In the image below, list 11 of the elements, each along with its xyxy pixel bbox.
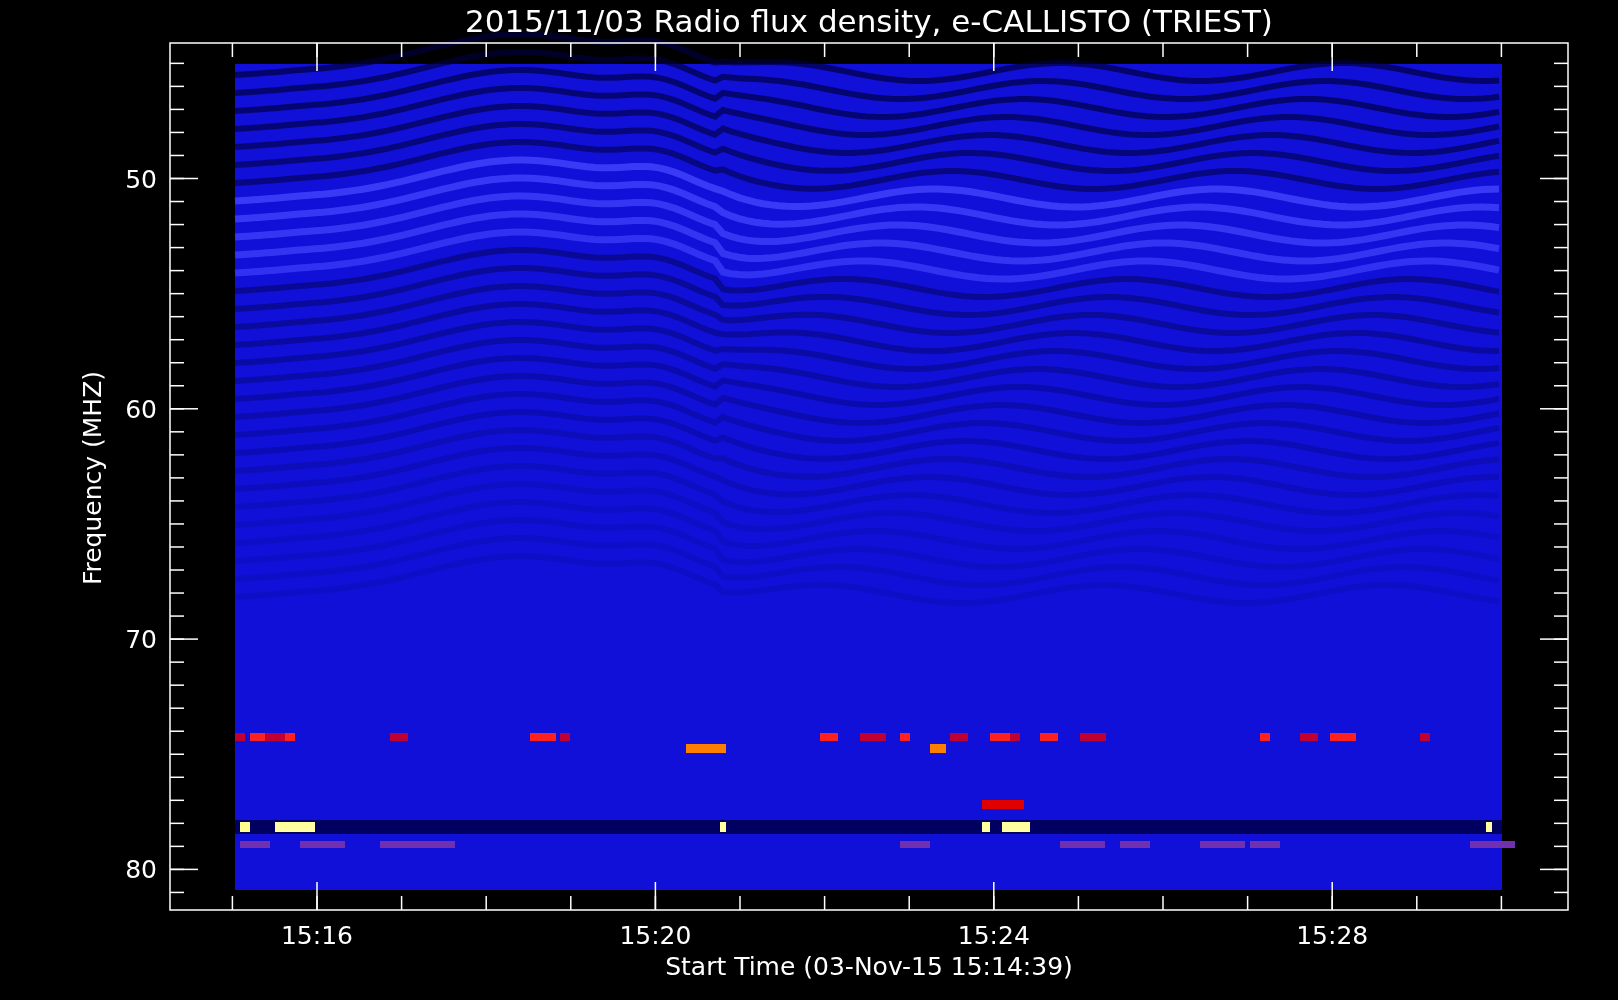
- y-tick-label: 50: [125, 164, 157, 194]
- y-tick-label: 80: [125, 855, 157, 885]
- x-tick-label: 15:28: [1296, 921, 1369, 950]
- x-tick-label: 15:16: [281, 921, 353, 950]
- y-tick-label: 60: [125, 394, 157, 424]
- chart-title: 2015/11/03 Radio flux density, e-CALLISTO (TRIEST): [465, 3, 1273, 39]
- x-tick-label: 15:20: [619, 921, 692, 950]
- x-axis-label: Start Time (03-Nov-15 15:14:39): [665, 952, 1073, 981]
- x-tick-label: 15:24: [957, 921, 1030, 950]
- y-tick-label: 70: [125, 625, 157, 655]
- y-axis-label: Frequency (MHZ): [78, 370, 107, 586]
